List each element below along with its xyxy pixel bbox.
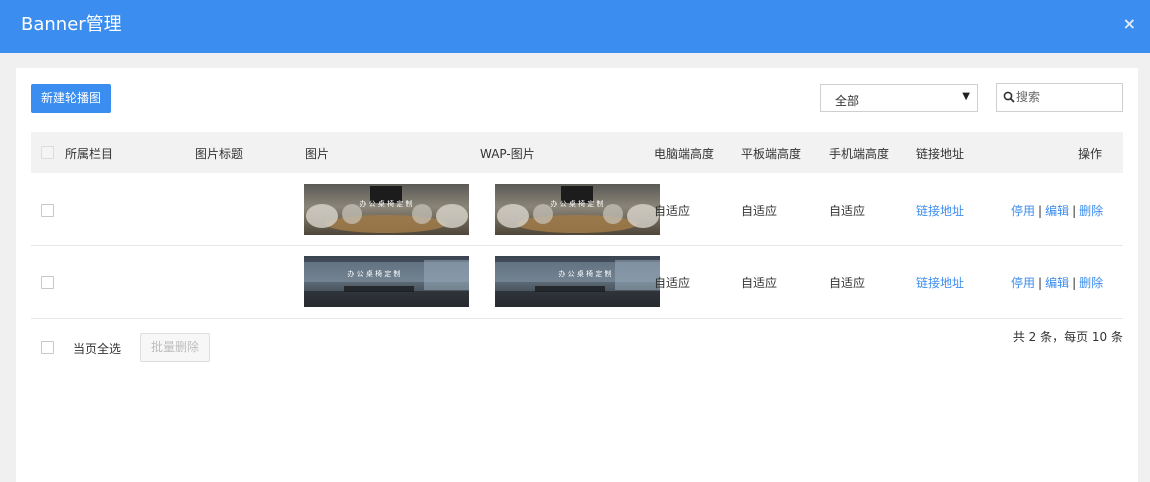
- col-header-pad-height: 平板端高度: [741, 147, 802, 161]
- wap-banner-image: 办 公 桌 椅 定 制: [495, 184, 660, 235]
- category-filter-select[interactable]: 全部 ▼: [820, 84, 978, 112]
- row-actions: 停用 | 编辑 | 删除: [1011, 274, 1103, 291]
- col-header-wap-image: WAP-图片: [480, 147, 535, 161]
- select-all-label: 当页全选: [73, 342, 122, 356]
- link-address[interactable]: 链接地址: [916, 274, 964, 291]
- new-banner-button[interactable]: 新建轮播图: [31, 84, 111, 113]
- search-input[interactable]: [1016, 88, 1116, 106]
- close-icon[interactable]: ×: [1123, 14, 1136, 34]
- pc-height-cell: 自适应: [654, 204, 691, 218]
- pc-height-cell: 自适应: [654, 276, 691, 290]
- row-checkbox[interactable]: [41, 204, 54, 217]
- select-all-header-checkbox[interactable]: [41, 146, 54, 159]
- pad-height-cell: 自适应: [741, 276, 778, 290]
- col-header-image: 图片: [305, 147, 330, 161]
- col-header-column: 所属栏目: [65, 147, 114, 161]
- banner-image-text: 办 公 桌 椅 定 制: [347, 269, 400, 278]
- action-separator: |: [1072, 204, 1077, 218]
- filter-selected-value: 全部: [835, 94, 860, 108]
- row-checkbox[interactable]: [41, 276, 54, 289]
- dialog-header: Banner管理 ×: [0, 0, 1150, 53]
- action-separator: |: [1072, 276, 1077, 290]
- table-row: 办 公 桌 椅 定 制 办 公 桌 椅 定 制 自适应 自适应 自适应 链接地址…: [31, 246, 1123, 319]
- search-icon: [1003, 91, 1015, 103]
- wap-banner-image: 办 公 桌 椅 定 制: [495, 256, 660, 307]
- table-header: 所属栏目 图片标题 图片 WAP-图片 电脑端高度 平板端高度 手机端高度 链接…: [31, 132, 1123, 173]
- disable-button[interactable]: 停用: [1011, 276, 1035, 290]
- delete-button[interactable]: 删除: [1079, 276, 1103, 290]
- banner-image: 办 公 桌 椅 定 制: [304, 184, 469, 235]
- banner-image-text: 办 公 桌 椅 定 制: [359, 199, 412, 208]
- wap-banner-image-text: 办 公 桌 椅 定 制: [558, 269, 611, 278]
- col-header-actions: 操作: [1078, 147, 1103, 161]
- col-header-title: 图片标题: [195, 147, 244, 161]
- search-box[interactable]: [996, 83, 1123, 112]
- dialog-body: 新建轮播图 全部 ▼ 所属栏目 图片标题 图片 WAP-图片 电脑端高度 平板端…: [0, 53, 1150, 482]
- pagination-summary: 共 2 条，每页 10 条: [1012, 330, 1123, 344]
- banner-image: 办 公 桌 椅 定 制: [304, 256, 469, 307]
- edit-button[interactable]: 编辑: [1045, 204, 1069, 218]
- dialog-title: Banner管理: [21, 14, 122, 35]
- col-header-pc-height: 电脑端高度: [654, 147, 715, 161]
- col-header-link: 链接地址: [916, 147, 965, 161]
- row-actions: 停用 | 编辑 | 删除: [1011, 202, 1103, 219]
- wap-banner-image-text: 办 公 桌 椅 定 制: [550, 199, 603, 208]
- link-address[interactable]: 链接地址: [916, 202, 964, 219]
- select-all-page-checkbox[interactable]: [41, 341, 54, 354]
- caret-down-icon: ▼: [962, 91, 970, 102]
- action-separator: |: [1038, 204, 1043, 218]
- mobile-height-cell: 自适应: [829, 276, 866, 290]
- pad-height-cell: 自适应: [741, 204, 778, 218]
- col-header-mobile-height: 手机端高度: [829, 147, 890, 161]
- mobile-height-cell: 自适应: [829, 204, 866, 218]
- content-panel: 新建轮播图 全部 ▼ 所属栏目 图片标题 图片 WAP-图片 电脑端高度 平板端…: [16, 68, 1138, 482]
- delete-button[interactable]: 删除: [1079, 204, 1103, 218]
- table-row: 办 公 桌 椅 定 制 办 公 桌 椅 定 制 自适应 自适应 自适应 链接地址…: [31, 173, 1123, 246]
- action-separator: |: [1038, 276, 1043, 290]
- edit-button[interactable]: 编辑: [1045, 276, 1069, 290]
- batch-delete-button[interactable]: 批量删除: [140, 333, 210, 362]
- disable-button[interactable]: 停用: [1011, 204, 1035, 218]
